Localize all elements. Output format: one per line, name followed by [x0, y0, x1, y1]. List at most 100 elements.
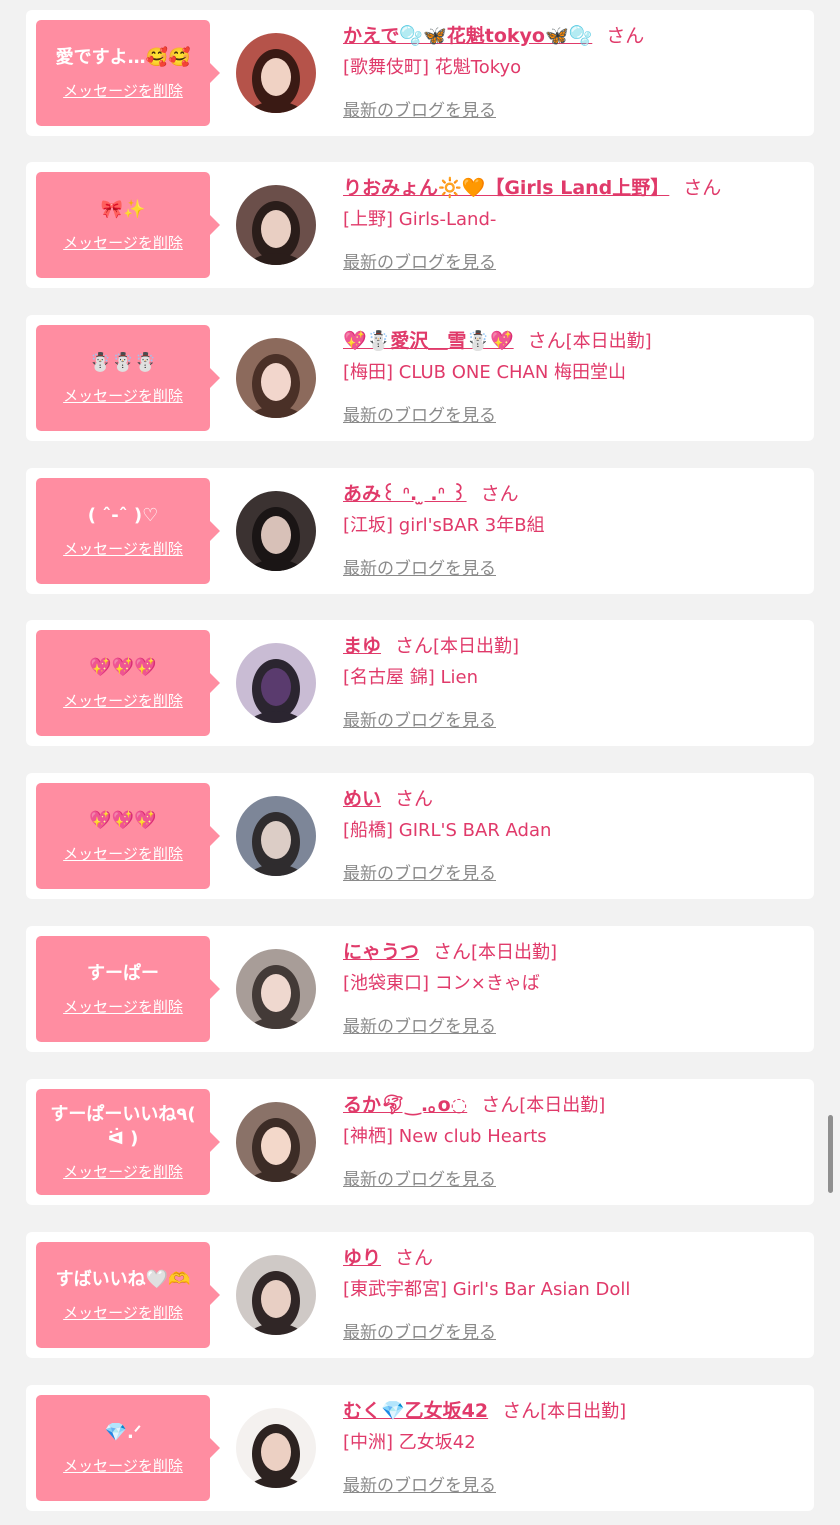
user-name-link[interactable]: かえで🫧🦋花魁tokyo🦋🫧 — [343, 25, 592, 47]
avatar-face — [261, 974, 291, 1012]
honorific: さん — [683, 177, 722, 199]
shop-name: [上野] Girls-Land- — [343, 209, 497, 230]
avatar[interactable] — [236, 949, 316, 1029]
delete-message-link[interactable]: メッセージを削除 — [63, 385, 183, 406]
avatar-face — [261, 210, 291, 248]
status-badge: [本日出勤] — [565, 331, 652, 352]
honorific: さん — [527, 330, 566, 352]
avatar[interactable] — [236, 33, 316, 113]
avatar[interactable] — [236, 1408, 316, 1488]
avatar[interactable] — [236, 491, 316, 571]
message-card: 🎀✨ メッセージを削除 りおみょん🔆🧡【Girls Land上野】 さん [上野] Gi… — [26, 162, 814, 288]
user-name-link[interactable]: めい — [343, 788, 381, 810]
user-name-link[interactable]: むく💎乙女坂42 — [343, 1400, 488, 1422]
user-name-link[interactable]: るか🐬︎‿︎.｡o◌ — [343, 1094, 467, 1116]
avatar-face — [261, 363, 291, 401]
shop-name: [名古屋 錦] Lien — [343, 667, 478, 688]
user-name-link[interactable]: あみ꒰ ᐢ. ̫ .ᐢ ꒱ — [343, 483, 467, 505]
delete-message-link[interactable]: メッセージを削除 — [63, 1161, 183, 1182]
avatar[interactable] — [236, 1255, 316, 1335]
user-name-link[interactable]: まゆ — [343, 635, 381, 657]
message-text: すばいいね🤍🫶 — [55, 1268, 191, 1290]
avatar[interactable] — [236, 796, 316, 876]
shop-name: [東武宇都宮] Girl's Bar Asian Doll — [343, 1279, 631, 1300]
status-badge: [本日出勤] — [433, 636, 520, 657]
latest-blog-link[interactable]: 最新のブログを見る — [343, 554, 496, 579]
delete-message-link[interactable]: メッセージを削除 — [63, 996, 183, 1017]
message-bubble: ☃️☃️☃️ メッセージを削除 — [36, 325, 220, 431]
message-text: すーぱー — [87, 962, 159, 984]
avatar-face — [261, 1127, 291, 1165]
user-info: るか🐬︎‿︎.｡o◌ さん[本日出勤] [神栖] New club Hearts 最新… — [343, 1091, 804, 1190]
user-info: にゃうつ さん[本日出勤] [池袋東口] コン×きゃば 最新のブログを見る — [343, 938, 804, 1037]
message-text: ( ˆ-ˆ )♡ — [87, 504, 159, 526]
avatar-face — [261, 1280, 291, 1318]
scrollbar[interactable] — [828, 1115, 833, 1193]
delete-message-link[interactable]: メッセージを削除 — [63, 690, 183, 711]
message-bubble: すーぱーメッセージを削除 — [36, 936, 220, 1042]
avatar[interactable] — [236, 338, 316, 418]
latest-blog-link[interactable]: 最新のブログを見る — [343, 1318, 496, 1343]
delete-message-link[interactable]: メッセージを削除 — [63, 232, 183, 253]
message-text: 💖💖💖 — [89, 809, 157, 831]
avatar-face — [261, 821, 291, 859]
shop-name: [船橋] GIRL'S BAR Adan — [343, 820, 552, 841]
shop-name: [神栖] New club Hearts — [343, 1126, 547, 1147]
avatar-face — [261, 58, 291, 96]
message-bubble: 💖💖💖 メッセージを削除 — [36, 630, 220, 736]
latest-blog-link[interactable]: 最新のブログを見る — [343, 248, 496, 273]
avatar[interactable] — [236, 643, 316, 723]
message-text: 愛ですよ…🥰🥰 — [55, 46, 191, 68]
honorific: さん — [395, 788, 434, 810]
avatar-image — [236, 796, 316, 876]
message-card: すばいいね🤍🫶 メッセージを削除 ゆり さん [東武宇都宮] Girl's Bar As… — [26, 1232, 814, 1358]
message-card: 愛ですよ…🥰🥰 メッセージを削除 かえで🫧🦋花魁tokyo🦋🫧 さん [歌舞伎町] 花魁… — [26, 10, 814, 136]
message-bubble: ( ˆ-ˆ )♡ メッセージを削除 — [36, 478, 220, 584]
message-bubble: 🎀✨ メッセージを削除 — [36, 172, 220, 278]
avatar[interactable] — [236, 1102, 316, 1182]
latest-blog-link[interactable]: 最新のブログを見る — [343, 1471, 496, 1496]
avatar-image — [236, 491, 316, 571]
delete-message-link[interactable]: メッセージを削除 — [63, 1302, 183, 1323]
message-card: ☃️☃️☃️ メッセージを削除 💖☃️愛沢＿雪☃️💖 さん[本日出勤] [梅田] CLU… — [26, 315, 814, 441]
user-name-link[interactable]: 💖☃️愛沢＿雪☃️💖 — [343, 330, 514, 352]
user-name-link[interactable]: ゆり — [343, 1247, 381, 1269]
message-card: すーぱーメッセージを削除 にゃうつ さん[本日出勤] [池袋東口] コン×きゃば 最新の… — [26, 926, 814, 1052]
avatar-image — [236, 33, 316, 113]
honorific: さん — [395, 635, 434, 657]
user-info: ゆり さん [東武宇都宮] Girl's Bar Asian Doll 最新のブログを… — [343, 1244, 804, 1343]
message-text: 💎.ᐟ — [104, 1421, 142, 1443]
message-text: すーぱーいいね٩( ᐛ ) — [50, 1103, 196, 1149]
avatar-image — [236, 949, 316, 1029]
latest-blog-link[interactable]: 最新のブログを見る — [343, 859, 496, 884]
delete-message-link[interactable]: メッセージを削除 — [63, 843, 183, 864]
latest-blog-link[interactable]: 最新のブログを見る — [343, 401, 496, 426]
latest-blog-link[interactable]: 最新のブログを見る — [343, 1012, 496, 1037]
message-bubble: すーぱーいいね٩( ᐛ ) メッセージを削除 — [36, 1089, 220, 1195]
avatar-image — [236, 1408, 316, 1488]
avatar-image — [236, 1102, 316, 1182]
message-list: 愛ですよ…🥰🥰 メッセージを削除 かえで🫧🦋花魁tokyo🦋🫧 さん [歌舞伎町] 花魁… — [0, 0, 840, 1525]
latest-blog-link[interactable]: 最新のブログを見る — [343, 96, 496, 121]
user-name-link[interactable]: りおみょん🔆🧡【Girls Land上野】 — [343, 177, 669, 199]
status-badge: [本日出勤] — [519, 1095, 606, 1116]
latest-blog-link[interactable]: 最新のブログを見る — [343, 706, 496, 731]
honorific: さん — [395, 1247, 434, 1269]
latest-blog-link[interactable]: 最新のブログを見る — [343, 1165, 496, 1190]
delete-message-link[interactable]: メッセージを削除 — [63, 80, 183, 101]
message-bubble: すばいいね🤍🫶 メッセージを削除 — [36, 1242, 220, 1348]
avatar-face — [261, 668, 291, 706]
message-card: 💖💖💖 メッセージを削除 まゆ さん[本日出勤] [名古屋 錦] Lien 最新のブログを… — [26, 620, 814, 746]
user-name-link[interactable]: にゃうつ — [343, 941, 419, 963]
avatar[interactable] — [236, 185, 316, 265]
shop-name: [中洲] 乙女坂42 — [343, 1432, 476, 1453]
user-info: むく💎乙女坂42 さん[本日出勤] [中洲] 乙女坂42 最新のブログを見る — [343, 1397, 804, 1496]
delete-message-link[interactable]: メッセージを削除 — [63, 538, 183, 559]
honorific: さん — [433, 941, 472, 963]
avatar-image — [236, 185, 316, 265]
status-badge: [本日出勤] — [471, 942, 558, 963]
delete-message-link[interactable]: メッセージを削除 — [63, 1455, 183, 1476]
message-bubble: 💖💖💖 メッセージを削除 — [36, 783, 220, 889]
avatar-image — [236, 643, 316, 723]
honorific: さん — [480, 483, 519, 505]
